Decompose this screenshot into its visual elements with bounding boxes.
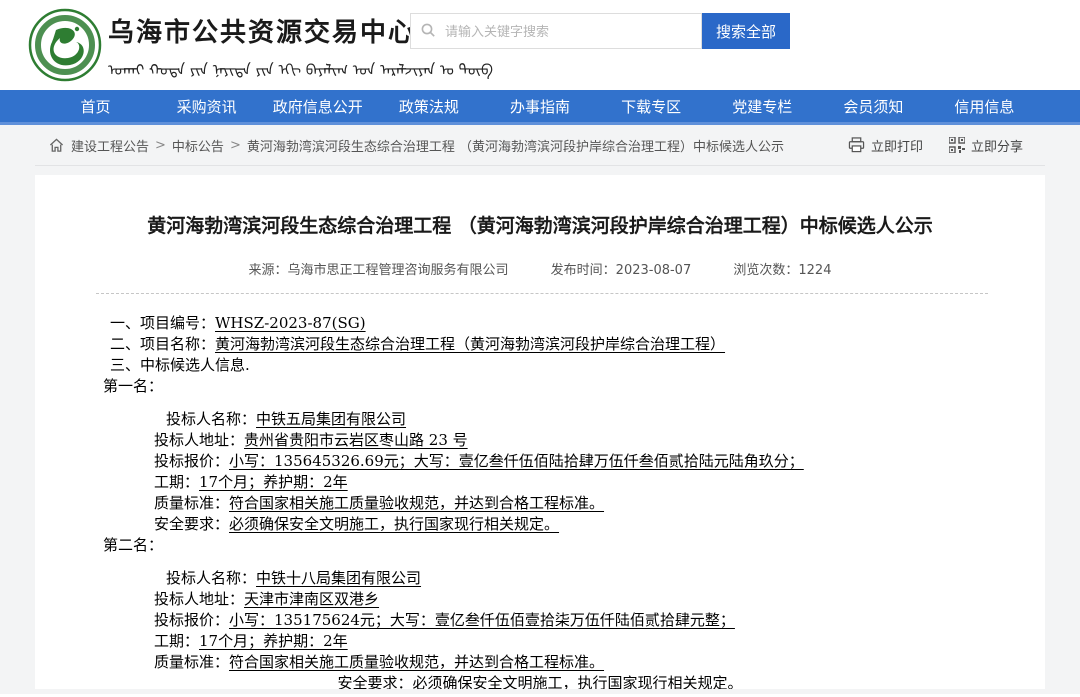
article-line: 三、中标候选人信息. — [35, 355, 1045, 376]
breadcrumb-separator: > — [155, 138, 166, 153]
line-value: WHSZ-2023-87(SG) — [215, 314, 366, 332]
article-card: 黄河海勃湾滨河段生态综合治理工程 （黄河海勃湾滨河段护岸综合治理工程）中标候选人… — [35, 175, 1045, 689]
line-value: 小写：135175624元；大写：壹亿叁仟伍佰壹拾柒万伍仟陆佰贰拾肆元整； — [229, 611, 735, 629]
line-label: 投标人名称： — [166, 410, 256, 428]
page-body: 建设工程公告 > 中标公告 > 黄河海勃湾滨河段生态综合治理工程 （黄河海勃湾滨… — [0, 125, 1080, 694]
nav-item[interactable]: 下载专区 — [596, 90, 707, 122]
breadcrumb-item[interactable]: 黄河海勃湾滨河段生态综合治理工程 （黄河海勃湾滨河段护岸综合治理工程）中标候选人… — [247, 136, 784, 155]
article-line: 安全要求：必须确保安全文明施工，执行国家现行相关规定。 — [35, 673, 1045, 689]
print-button[interactable]: 立即打印 — [848, 136, 923, 155]
line-label: 工期： — [154, 473, 199, 491]
line-value: 必须确保安全文明施工，执行国家现行相关规定。 — [413, 674, 743, 689]
line-value: 小写：135645326.69元；大写：壹亿叁仟伍佰陆拾肆万伍仟叁佰贰拾陆元陆角… — [229, 452, 804, 470]
article-line: 安全要求：必须确保安全文明施工，执行国家现行相关规定。 — [35, 514, 1045, 535]
article-body: 一、项目编号：WHSZ-2023-87(SG) 二、项目名称：黄河海勃湾滨河段生… — [35, 313, 1045, 689]
main-nav: 首页 采购资讯 政府信息公开 政策法规 办事指南 下载专区 党建专栏 会员须知 … — [0, 90, 1080, 125]
nav-item[interactable]: 办事指南 — [484, 90, 595, 122]
line-label: 安全要求： — [337, 674, 412, 689]
article-line: 投标人地址：天津市津南区双港乡 — [35, 589, 1045, 610]
line-label: 质量标准： — [154, 653, 229, 671]
article-line: 第二名： — [35, 535, 1045, 556]
article-publish-time: 发布时间：2023-08-07 — [551, 263, 692, 278]
article-line: 投标报价：小写：135645326.69元；大写：壹亿叁仟伍佰陆拾肆万伍仟叁佰贰… — [35, 451, 1045, 472]
qr-code-icon — [949, 137, 965, 153]
line-value: 黄河海勃湾滨河段生态综合治理工程（黄河海勃湾滨河段护岸综合治理工程） — [215, 335, 725, 353]
nav-item[interactable]: 党建专栏 — [707, 90, 818, 122]
nav-item[interactable]: 首页 — [40, 90, 151, 122]
article-line: 二、项目名称：黄河海勃湾滨河段生态综合治理工程（黄河海勃湾滨河段护岸综合治理工程… — [35, 334, 1045, 355]
line-label: 质量标准： — [154, 494, 229, 512]
nav-item[interactable]: 政府信息公开 — [262, 90, 373, 122]
line-label: 投标报价： — [154, 611, 229, 629]
site-logo-icon — [28, 8, 102, 82]
line-value: 贵州省贵阳市云岩区枣山路 23 号 — [244, 431, 468, 449]
article-line: 投标人名称：中铁十八局集团有限公司 — [35, 568, 1045, 589]
nav-item[interactable]: 政策法规 — [373, 90, 484, 122]
line-label: 一、项目编号： — [110, 314, 215, 332]
share-button[interactable]: 立即分享 — [949, 136, 1023, 155]
line-label: 投标人名称： — [166, 569, 256, 587]
breadcrumb-bar: 建设工程公告 > 中标公告 > 黄河海勃湾滨河段生态综合治理工程 （黄河海勃湾滨… — [35, 125, 1045, 165]
article-line: 一、项目编号：WHSZ-2023-87(SG) — [35, 313, 1045, 334]
site-header: 乌海市公共资源交易中心 ᠤᠬᠠᠢ ᠬᠣᠲᠠ ᠶᠢᠨ ᠨᠡᠶᠢᠲᠡ ᠶᠢᠨ ᠡᠬᠢ… — [0, 0, 1080, 90]
article-view-count: 浏览次数：1224 — [733, 263, 831, 278]
breadcrumb-divider — [35, 165, 1045, 166]
article-line: 质量标准：符合国家相关施工质量验收规范，并达到合格工程标准。 — [35, 493, 1045, 514]
article-line: 质量标准：符合国家相关施工质量验收规范，并达到合格工程标准。 — [35, 652, 1045, 673]
breadcrumb-separator: > — [230, 138, 241, 153]
breadcrumb-item[interactable]: 建设工程公告 — [71, 136, 149, 155]
home-icon[interactable] — [49, 138, 64, 153]
site-subtitle-mongolian: ᠤᠬᠠᠢ ᠬᠣᠲᠠ ᠶᠢᠨ ᠨᠡᠶᠢᠲᠡ ᠶᠢᠨ ᠡᠬᠢ ᠪᠠᠶᠠᠯᠢᠭ ᠤᠨ … — [108, 54, 493, 80]
line-value: 17个月；养护期：2年 — [199, 473, 348, 491]
article-meta: 来源：乌海市思正工程管理咨询服务有限公司 发布时间：2023-08-07 浏览次… — [35, 259, 1045, 278]
nav-item[interactable]: 信用信息 — [929, 90, 1040, 122]
search-input[interactable] — [410, 13, 702, 49]
line-value: 符合国家相关施工质量验收规范，并达到合格工程标准。 — [229, 653, 604, 671]
nav-item[interactable]: 采购资讯 — [151, 90, 262, 122]
line-label: 投标人地址： — [154, 590, 244, 608]
article-line: 第一名： — [35, 376, 1045, 397]
article-line: 工期：17个月；养护期：2年 — [35, 472, 1045, 493]
search-icon — [420, 22, 436, 38]
printer-icon — [848, 137, 865, 153]
line-value: 必须确保安全文明施工，执行国家现行相关规定。 — [229, 515, 559, 533]
share-label: 立即分享 — [971, 136, 1023, 155]
print-label: 立即打印 — [871, 136, 923, 155]
search-all-button[interactable]: 搜索全部 — [702, 13, 790, 49]
article-line: 工期：17个月；养护期：2年 — [35, 631, 1045, 652]
line-label: 第二名： — [103, 536, 163, 554]
nav-item[interactable]: 会员须知 — [818, 90, 929, 122]
line-value: 中铁五局集团有限公司 — [256, 410, 406, 428]
search-area: 搜索全部 — [410, 13, 790, 49]
line-value: 符合国家相关施工质量验收规范，并达到合格工程标准。 — [229, 494, 604, 512]
line-value: 中铁十八局集团有限公司 — [256, 569, 421, 587]
article-line: 投标人名称：中铁五局集团有限公司 — [35, 409, 1045, 430]
article-title: 黄河海勃湾滨河段生态综合治理工程 （黄河海勃湾滨河段护岸综合治理工程）中标候选人… — [35, 213, 1045, 239]
line-value: 17个月；养护期：2年 — [199, 632, 348, 650]
line-label: 投标人地址： — [154, 431, 244, 449]
line-label: 二、项目名称： — [110, 335, 215, 353]
line-value: 天津市津南区双港乡 — [244, 590, 379, 608]
breadcrumb: 建设工程公告 > 中标公告 > 黄河海勃湾滨河段生态综合治理工程 （黄河海勃湾滨… — [71, 136, 790, 155]
line-label: 三、中标候选人信息. — [110, 356, 250, 374]
article-line: 投标人地址：贵州省贵阳市云岩区枣山路 23 号 — [35, 430, 1045, 451]
breadcrumb-item[interactable]: 中标公告 — [172, 136, 224, 155]
article-line: 投标报价：小写：135175624元；大写：壹亿叁仟伍佰壹拾柒万伍仟陆佰贰拾肆元… — [35, 610, 1045, 631]
line-label: 工期： — [154, 632, 199, 650]
line-label: 投标报价： — [154, 452, 229, 470]
article-source: 来源：乌海市思正工程管理咨询服务有限公司 — [249, 263, 509, 278]
meta-divider — [96, 293, 988, 294]
line-label: 第一名： — [103, 377, 163, 395]
line-label: 安全要求： — [154, 515, 229, 533]
